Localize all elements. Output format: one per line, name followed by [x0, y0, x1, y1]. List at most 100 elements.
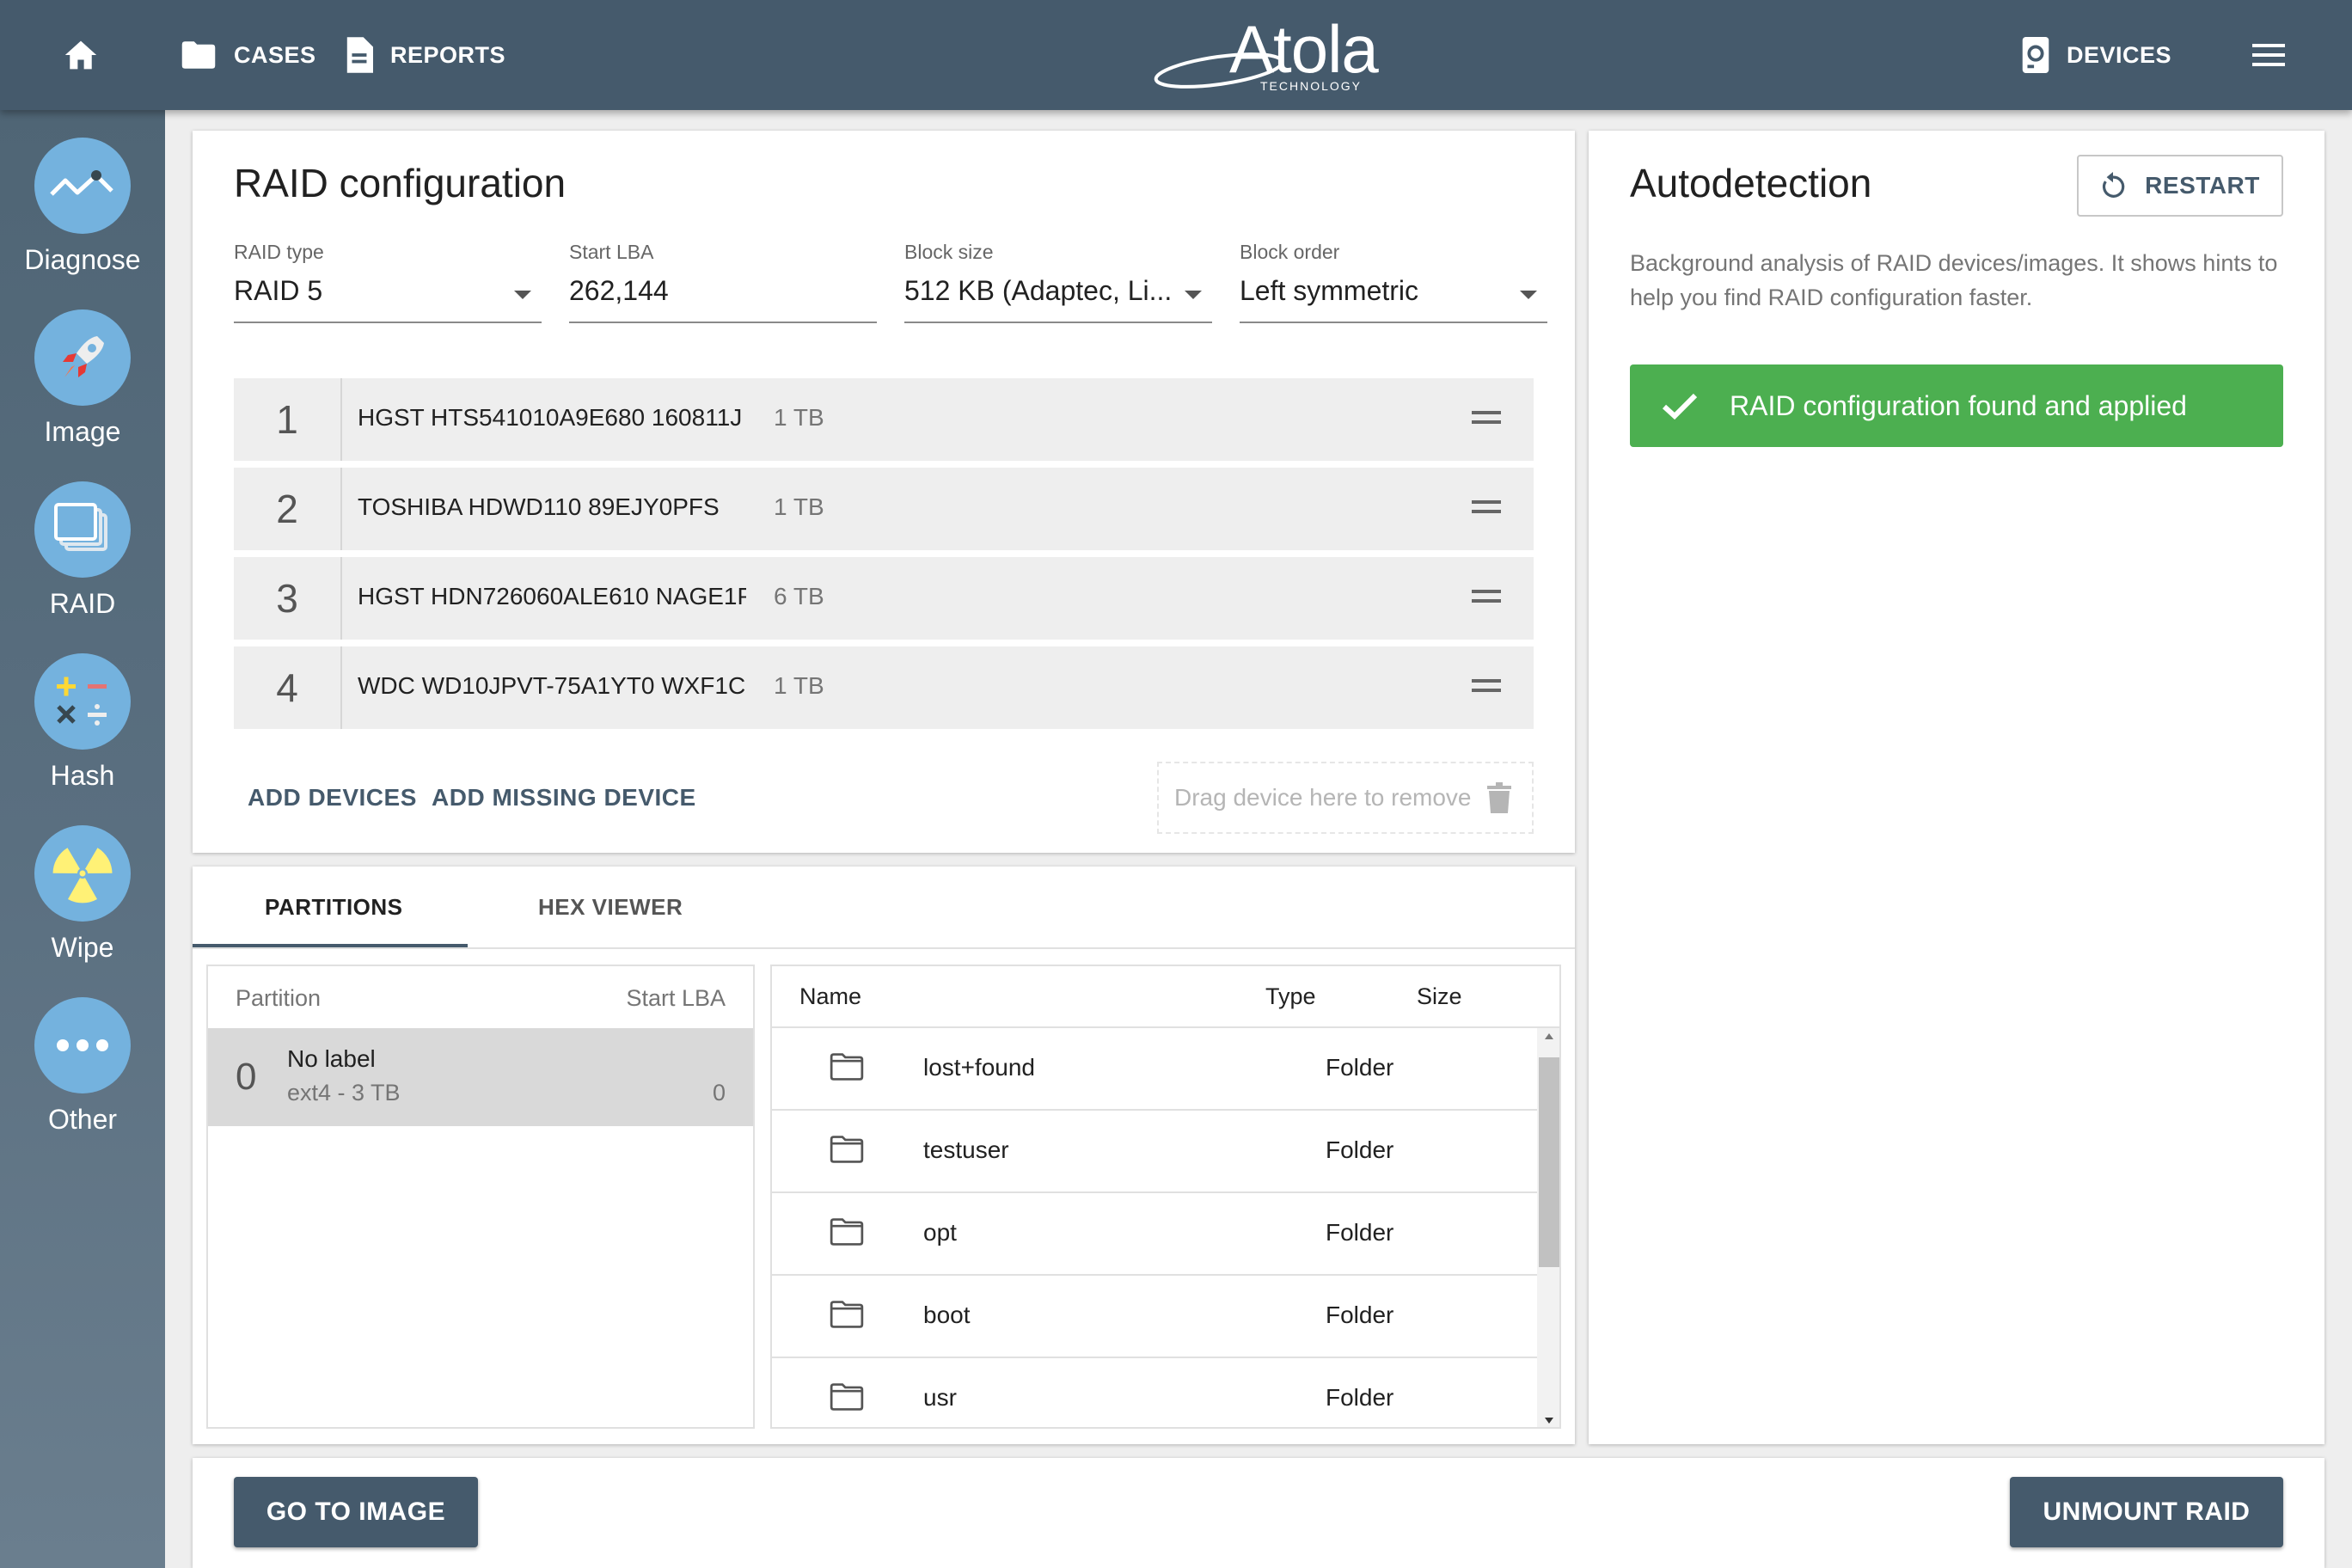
- scrollbar-thumb[interactable]: [1539, 1057, 1559, 1267]
- size-column-header: Size: [1417, 983, 1462, 1009]
- add-devices-button[interactable]: ADD DEVICES: [248, 784, 417, 812]
- menu-button[interactable]: [2252, 0, 2302, 110]
- block-order-value: Left symmetric: [1240, 275, 1419, 306]
- sidebar-item-hash[interactable]: Hash: [0, 653, 165, 825]
- devices-nav[interactable]: DEVICES: [2022, 0, 2171, 110]
- block-size-select[interactable]: Block size 512 KB (Adaptec, Li...: [904, 241, 1212, 323]
- partition-fs-size: ext4 - 3 TB: [287, 1080, 401, 1106]
- block-order-select[interactable]: Block order Left symmetric: [1240, 241, 1547, 323]
- home-button[interactable]: [62, 0, 117, 110]
- add-missing-device-button[interactable]: ADD MISSING DEVICE: [432, 784, 696, 812]
- device-row[interactable]: 4 WDC WD10JPVT-75A1YT0 WXF1C1 1 TB: [234, 646, 1534, 729]
- start-lba-input[interactable]: Start LBA 262,144: [569, 241, 877, 323]
- device-number: 4: [234, 646, 342, 729]
- sidebar-item-diagnose[interactable]: Diagnose: [0, 138, 165, 309]
- unmount-raid-button[interactable]: UNMOUNT RAID: [2010, 1477, 2283, 1547]
- device-number: 1: [234, 378, 342, 461]
- drag-handle-icon[interactable]: [1472, 679, 1501, 696]
- device-name: HGST HTS541010A9E680 160811J: [358, 404, 743, 431]
- scroll-up-arrow-icon[interactable]: [1545, 1033, 1553, 1039]
- atola-logo: Atola TECHNOLOGY: [1152, 11, 1379, 95]
- checkmark-icon: [1662, 393, 1698, 420]
- restart-button[interactable]: RESTART: [2077, 155, 2283, 217]
- file-name: opt: [923, 1219, 957, 1246]
- hamburger-icon: [2252, 44, 2285, 66]
- device-size: 1 TB: [774, 493, 824, 520]
- scroll-down-arrow-icon[interactable]: [1545, 1418, 1553, 1424]
- raid-type-value: RAID 5: [234, 275, 323, 306]
- more-icon: [34, 997, 131, 1093]
- top-bar: CASES REPORTS Atola TECHNOLOGY DEVICES: [0, 0, 2352, 110]
- sidebar-item-other[interactable]: Other: [0, 997, 165, 1169]
- sidebar-item-image[interactable]: Image: [0, 309, 165, 481]
- folder-outline-icon: [830, 1218, 864, 1246]
- device-name: HGST HDN726060ALE610 NAGE1P: [358, 583, 746, 609]
- disk-icon: [2022, 37, 2049, 73]
- partition-start-lba: 0: [712, 1080, 726, 1106]
- partition-row[interactable]: 0 No label ext4 - 3 TB 0: [208, 1028, 753, 1126]
- file-row[interactable]: testuser Folder: [772, 1111, 1537, 1193]
- sidebar-item-wipe[interactable]: Wipe: [0, 825, 165, 997]
- tab-divider: [193, 947, 1575, 949]
- block-size-value: 512 KB (Adaptec, Li...: [904, 275, 1171, 306]
- file-name: boot: [923, 1302, 971, 1328]
- start-lba-column-header: Start LBA: [626, 985, 726, 1011]
- document-icon: [346, 37, 373, 73]
- file-type: Folder: [1326, 1384, 1394, 1411]
- rocket-icon: [34, 309, 131, 406]
- device-number: 3: [234, 557, 342, 640]
- block-size-label: Block size: [904, 241, 994, 263]
- drag-handle-icon[interactable]: [1472, 590, 1501, 607]
- file-list: lost+found Folder testuser Folder opt Fo…: [772, 1028, 1537, 1427]
- scrollbar[interactable]: [1537, 1028, 1559, 1427]
- raid-config-title: RAID configuration: [234, 161, 567, 205]
- autodetection-description: Background analysis of RAID devices/imag…: [1630, 250, 2278, 310]
- folder-outline-icon: [830, 1383, 864, 1411]
- cases-nav[interactable]: CASES: [181, 0, 316, 110]
- partition-label: No label: [287, 1045, 376, 1072]
- drag-handle-icon[interactable]: [1472, 411, 1501, 428]
- tab-partitions[interactable]: PARTITIONS: [265, 894, 403, 921]
- tab-hex-viewer[interactable]: HEX VIEWER: [538, 894, 683, 921]
- device-row[interactable]: 2 TOSHIBA HDWD110 89EJY0PFS 1 TB: [234, 468, 1534, 550]
- device-row[interactable]: 1 HGST HTS541010A9E680 160811J 1 TB: [234, 378, 1534, 461]
- dropdown-arrow-icon: [514, 291, 531, 299]
- file-row[interactable]: lost+found Folder: [772, 1028, 1537, 1111]
- remove-drop-zone[interactable]: Drag device here to remove: [1157, 762, 1534, 834]
- file-name: lost+found: [923, 1054, 1035, 1081]
- file-row[interactable]: boot Folder: [772, 1276, 1537, 1358]
- folder-outline-icon: [830, 1136, 864, 1163]
- file-row[interactable]: opt Folder: [772, 1193, 1537, 1276]
- sidebar-label: Hash: [50, 760, 115, 791]
- reports-nav[interactable]: REPORTS: [344, 0, 505, 110]
- device-size: 6 TB: [774, 583, 824, 609]
- restart-icon: [2103, 172, 2125, 198]
- diagnose-icon: [34, 138, 131, 234]
- folder-outline-icon: [830, 1301, 864, 1328]
- partition-index: 0: [236, 1056, 257, 1098]
- file-row[interactable]: usr Folder: [772, 1358, 1537, 1427]
- device-row[interactable]: 3 HGST HDN726060ALE610 NAGE1P 6 TB: [234, 557, 1534, 640]
- raid-type-select[interactable]: RAID type RAID 5: [234, 241, 542, 323]
- restart-label: RESTART: [2145, 172, 2260, 199]
- sidebar-item-raid[interactable]: RAID: [0, 481, 165, 653]
- devices-label: DEVICES: [2067, 41, 2172, 68]
- autodetection-status-text: RAID configuration found and applied: [1730, 389, 2187, 421]
- radiation-icon: [34, 825, 131, 922]
- sidebar-label: Image: [44, 416, 121, 447]
- file-type: Folder: [1326, 1219, 1394, 1246]
- file-name: usr: [923, 1384, 957, 1411]
- start-lba-value: 262,144: [569, 275, 669, 306]
- home-icon: [64, 40, 97, 70]
- raid-type-label: RAID type: [234, 241, 324, 263]
- folder-icon: [181, 41, 216, 69]
- drag-handle-icon[interactable]: [1472, 500, 1501, 518]
- file-name: testuser: [923, 1136, 1009, 1163]
- autodetection-card: [1589, 131, 2324, 1444]
- go-to-image-button[interactable]: GO TO IMAGE: [234, 1477, 478, 1547]
- start-lba-label: Start LBA: [569, 241, 654, 263]
- drop-zone-hint: Drag device here to remove: [1174, 784, 1472, 811]
- trash-icon: [1486, 782, 1511, 813]
- reports-label: REPORTS: [390, 41, 506, 68]
- sidebar: Diagnose Image RAID Hash Wipe Other: [0, 110, 165, 1568]
